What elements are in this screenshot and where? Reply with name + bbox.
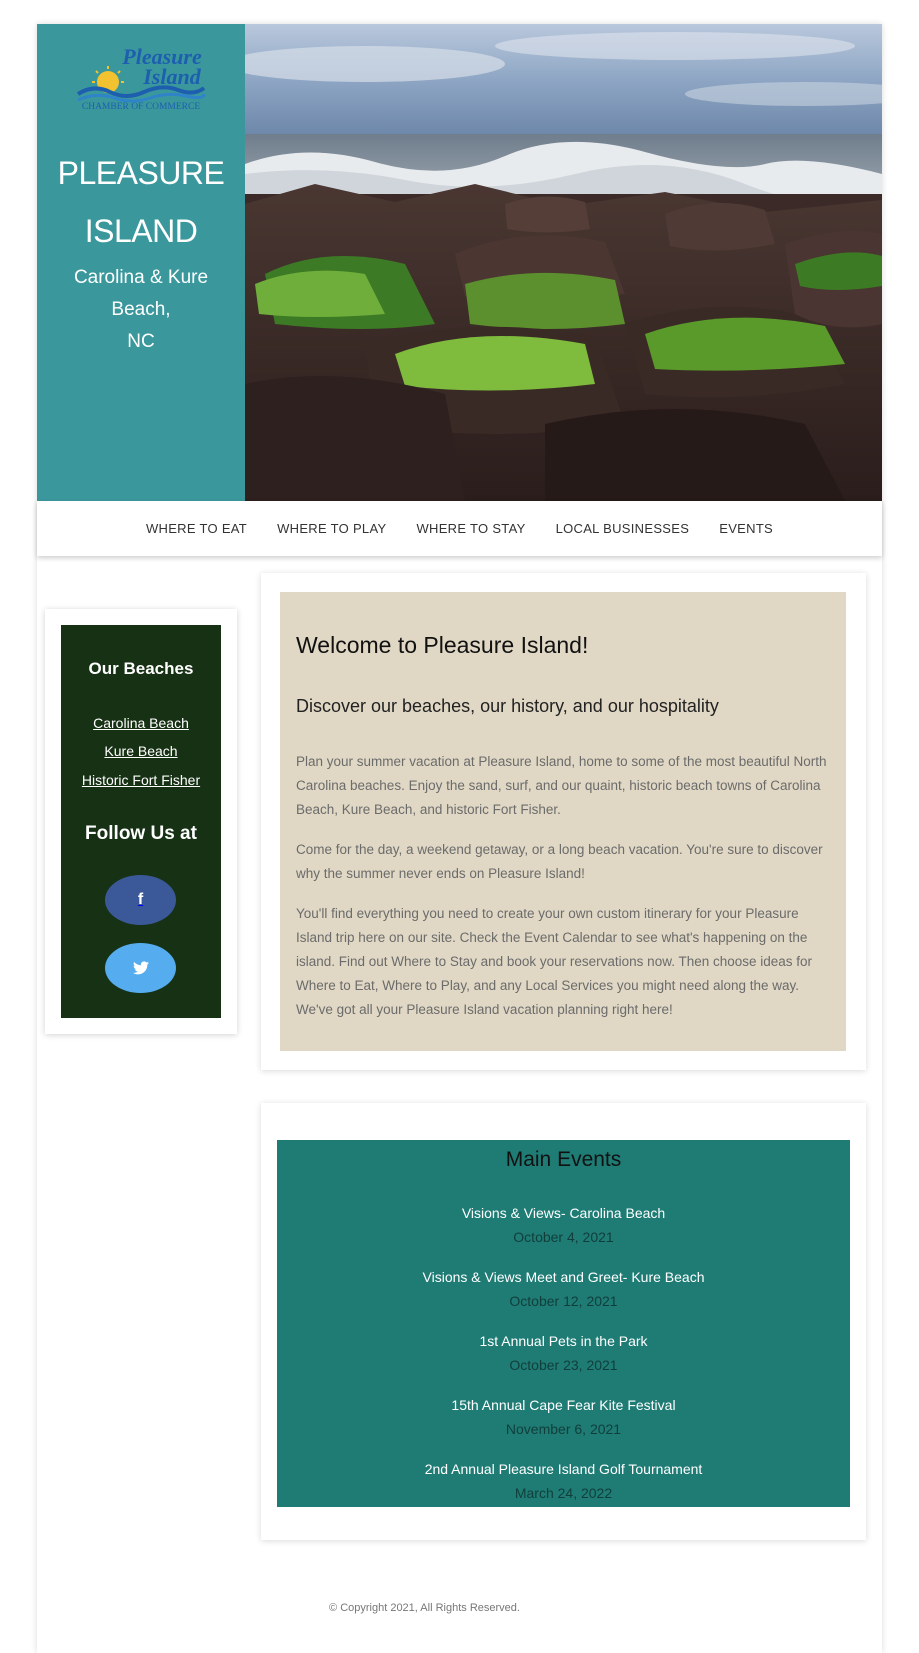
facebook-icon: f <box>137 891 144 908</box>
nav-item-events[interactable]: EVENTS <box>719 521 773 536</box>
event-name: 2nd Annual Pleasure Island Golf Tourname… <box>424 1461 703 1477</box>
welcome-title: Welcome to Pleasure Island! <box>296 632 589 658</box>
logo-text-island: Island <box>142 64 201 89</box>
beaches-heading: Our Beaches <box>88 659 194 678</box>
welcome-panel: Welcome to Pleasure Island! Discover our… <box>280 592 846 1051</box>
follow-heading: Follow Us at <box>85 823 197 844</box>
hero-image-rocky-shore <box>245 24 882 501</box>
sidebar-link-carolina-beach[interactable]: Carolina Beach <box>61 715 221 731</box>
events-card: Main Events Visions & Views- Carolina Be… <box>261 1103 866 1540</box>
nav-item-where-to-stay[interactable]: WHERE TO STAY <box>416 521 525 536</box>
event-name: Visions & Views- Carolina Beach <box>461 1205 666 1221</box>
events-panel: Main Events Visions & Views- Carolina Be… <box>277 1140 850 1507</box>
welcome-subtitle: Discover our beaches, our history, and o… <box>296 696 719 716</box>
logo-tagline: CHAMBER OF COMMERCE <box>82 102 200 112</box>
facebook-button[interactable]: f <box>105 875 176 925</box>
site-subtitle-line2: NC <box>127 331 155 352</box>
nav-item-local-businesses[interactable]: LOCAL BUSINESSES <box>556 521 690 536</box>
sidebar-panel: Our Beaches Carolina Beach Kure Beach Hi… <box>61 625 221 1018</box>
event-date: October 4, 2021 <box>513 1229 614 1245</box>
event-item[interactable]: 15th Annual Cape Fear Kite Festival Nove… <box>277 1393 850 1441</box>
site-title-line1: PLEASURE <box>57 155 225 191</box>
event-date: March 24, 2022 <box>514 1485 613 1501</box>
twitter-icon <box>132 961 149 975</box>
brand-panel: Pleasure Island CHAMBER OF COMMERCE PLEA… <box>37 24 245 501</box>
site-header: Pleasure Island CHAMBER OF COMMERCE PLEA… <box>37 24 882 501</box>
site-title: PLEASURE ISLAND <box>37 144 245 260</box>
main-nav: WHERE TO EAT WHERE TO PLAY WHERE TO STAY… <box>37 501 882 556</box>
welcome-paragraph-3: You'll find everything you need to creat… <box>296 906 813 1017</box>
footer-copyright: © Copyright 2021, All Rights Reserved. <box>329 1602 520 1614</box>
twitter-button[interactable] <box>105 943 176 993</box>
chamber-logo[interactable]: Pleasure Island CHAMBER OF COMMERCE <box>74 38 207 112</box>
welcome-paragraph-2: Come for the day, a weekend getaway, or … <box>296 842 823 881</box>
event-item[interactable]: Visions & Views Meet and Greet- Kure Bea… <box>277 1265 850 1313</box>
sidebar-card: Our Beaches Carolina Beach Kure Beach Hi… <box>45 609 237 1034</box>
nav-item-where-to-eat[interactable]: WHERE TO EAT <box>146 521 247 536</box>
site-subtitle-line1: Carolina & Kure Beach, <box>73 267 209 320</box>
event-name: Visions & Views Meet and Greet- Kure Bea… <box>422 1269 705 1285</box>
sidebar-link-historic-fort-fisher[interactable]: Historic Fort Fisher <box>61 772 221 788</box>
events-title: Main Events <box>505 1148 622 1171</box>
event-date: November 6, 2021 <box>505 1421 622 1437</box>
welcome-paragraph-1: Plan your summer vacation at Pleasure Is… <box>296 754 827 817</box>
sidebar-link-kure-beach[interactable]: Kure Beach <box>61 743 221 759</box>
site-subtitle: Carolina & Kure Beach, NC <box>45 262 237 358</box>
event-item[interactable]: 2nd Annual Pleasure Island Golf Tourname… <box>277 1457 850 1505</box>
event-item[interactable]: Visions & Views- Carolina Beach October … <box>277 1201 850 1249</box>
event-name: 1st Annual Pets in the Park <box>479 1333 648 1349</box>
event-date: October 23, 2021 <box>509 1357 618 1373</box>
page-container: Pleasure Island CHAMBER OF COMMERCE PLEA… <box>37 24 882 1653</box>
nav-item-where-to-play[interactable]: WHERE TO PLAY <box>277 521 386 536</box>
welcome-card: Welcome to Pleasure Island! Discover our… <box>261 573 866 1070</box>
event-name: 15th Annual Cape Fear Kite Festival <box>451 1397 676 1413</box>
site-title-line2: ISLAND <box>84 213 198 249</box>
event-date: October 12, 2021 <box>509 1293 618 1309</box>
event-item[interactable]: 1st Annual Pets in the Park October 23, … <box>277 1329 850 1377</box>
